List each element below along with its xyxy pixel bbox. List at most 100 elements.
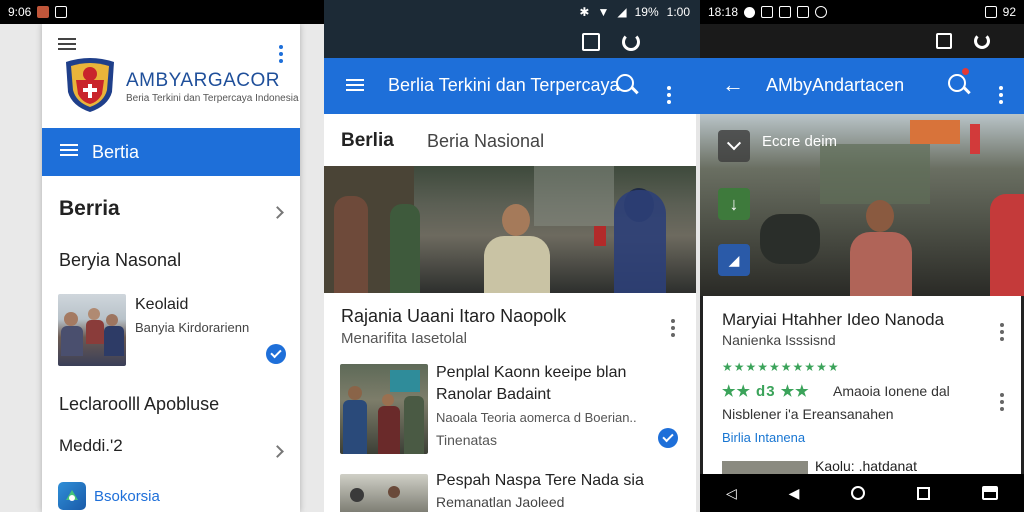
list-item-thumbnail bbox=[340, 474, 428, 512]
battery-percent: 19% bbox=[634, 5, 659, 19]
chevron-right-icon bbox=[271, 443, 284, 461]
list-item-subtitle: Banyia Kirdorarienn bbox=[135, 320, 250, 335]
list-item-3-title: Meddi.'2 bbox=[59, 436, 123, 455]
wifi-icon: ▼ bbox=[597, 5, 610, 19]
notification-icon bbox=[37, 6, 50, 18]
battery-icon bbox=[984, 6, 997, 18]
section-berria[interactable]: Berria bbox=[42, 190, 300, 230]
app-bar: Berlia Terkini dan Terpercaya bbox=[324, 58, 700, 114]
article-sheet: Maryiai Htahher Ideo Nanoda Nanienka Iss… bbox=[703, 296, 1021, 474]
notification-icon bbox=[779, 6, 792, 18]
list-item-1[interactable]: Penplal Kaonn keeipe blan Ranolar Badain… bbox=[324, 358, 696, 458]
back-filled-icon[interactable]: ◀ bbox=[789, 485, 800, 502]
system-nav-bar: ◁ ◀ bbox=[700, 474, 1024, 512]
list-item-title: Keolaid bbox=[135, 296, 189, 313]
phone-screen-2: ✱ ▼ ◢ 19% 1:00 Berlia Terkini dan Terper… bbox=[324, 0, 700, 512]
content-area: Berlia Beria Nasional Rajania Uaani Itar… bbox=[324, 114, 696, 512]
status-bar-left: 9:06 bbox=[0, 0, 324, 24]
list-item-2-title[interactable]: Leclaroolll Apobluse bbox=[59, 394, 219, 415]
status-num: 92 bbox=[1002, 5, 1016, 19]
list-item-2-title: Pespah Naspa Tere Nada sia bbox=[436, 472, 644, 489]
screenshot-icon[interactable] bbox=[982, 486, 998, 500]
phone-screen-3: 18:18 92 ← AMbyAndartacen Eccre deim ↓ ◢… bbox=[700, 0, 1024, 512]
record-icon bbox=[744, 6, 756, 18]
menu-bar-hamburger-icon[interactable] bbox=[60, 143, 78, 161]
headline-photo[interactable] bbox=[324, 166, 696, 293]
back-triangle-icon[interactable]: ◁ bbox=[726, 485, 737, 502]
rating-stars: ★★ d3 ★★ bbox=[722, 383, 810, 400]
headline-item[interactable]: Rajania Uaani Itaro Naopolk Menarifita I… bbox=[324, 300, 696, 354]
back-arrow-icon[interactable]: ← bbox=[722, 74, 744, 96]
headline-title: Rajania Uaani Itaro Naopolk bbox=[341, 306, 567, 326]
status-time-mid: 1:00 bbox=[666, 5, 690, 19]
app-bar-title: Berlia Terkini dan Terpercaya bbox=[388, 75, 620, 95]
tab-beria-nasional[interactable]: Beria Nasional bbox=[427, 131, 544, 152]
brand-logo bbox=[62, 56, 118, 114]
list-item-title-line1: Penplal Kaonn keeipe blan bbox=[436, 364, 627, 381]
app-bar: ← AMbyAndartacen bbox=[700, 58, 1024, 114]
article-link[interactable]: Birlia Intanena bbox=[722, 430, 805, 445]
list-item-2[interactable]: Pespah Naspa Tere Nada sia Remanatlan Ja… bbox=[324, 466, 696, 512]
brand-name: AMBYARGACOR bbox=[126, 70, 281, 91]
menu-icon[interactable] bbox=[58, 37, 76, 55]
article-headline: Maryiai Htahher Ideo Nanoda bbox=[722, 310, 945, 329]
status-time: 9:06 bbox=[8, 5, 32, 19]
list-item-subtitle: Naoala Teoria aomerca d Boerian.. bbox=[436, 410, 637, 425]
refresh-icon[interactable] bbox=[622, 33, 640, 51]
chevron-down-icon[interactable] bbox=[718, 130, 750, 162]
list-item-1[interactable]: Keolaid Banyia Kirdorarienn bbox=[42, 288, 300, 368]
overflow-menu-icon[interactable] bbox=[664, 77, 674, 104]
screenshot-root: 9:06 AMBYARGACOR Beria Terkini dan Terpe… bbox=[0, 0, 1024, 512]
article-subtitle: Nanienka Isssisnd bbox=[722, 332, 836, 348]
rating-text: Amaoia Ionene dal bbox=[833, 383, 950, 399]
overflow-menu-icon[interactable] bbox=[997, 384, 1007, 411]
search-icon[interactable] bbox=[948, 68, 971, 94]
peek-thumbnail bbox=[722, 461, 808, 474]
refresh-icon[interactable] bbox=[974, 33, 990, 49]
rating-subtitle: Nisblener i'a Ereansanahen bbox=[722, 406, 894, 422]
menu-bar[interactable]: Bertia bbox=[42, 128, 300, 176]
stars-row: ★★★★★★★★★★ bbox=[722, 360, 840, 374]
section-title: Berria bbox=[59, 197, 120, 220]
image-notification-icon bbox=[55, 6, 68, 18]
bookmark-icon[interactable] bbox=[936, 33, 952, 49]
footer-link[interactable]: Bsokorsia bbox=[58, 482, 160, 510]
bluetooth-icon: ✱ bbox=[579, 5, 590, 19]
phone-screen-1: AMBYARGACOR Beria Terkini dan Terpercaya… bbox=[0, 24, 324, 512]
bookmark-icon[interactable] bbox=[582, 33, 600, 51]
list-item-thumbnail bbox=[340, 364, 428, 454]
brand-tagline: Beria Terkini dan Terpercaya Indonesia bbox=[126, 93, 299, 104]
overlay-label: Eccre deim bbox=[762, 133, 838, 150]
status-time-right: 18:18 bbox=[708, 5, 739, 19]
footer-label: Bsokorsia bbox=[94, 487, 160, 505]
check-icon[interactable] bbox=[658, 428, 678, 448]
chevron-right-icon bbox=[271, 204, 284, 222]
app-icon bbox=[58, 482, 86, 510]
recents-icon[interactable] bbox=[917, 486, 931, 500]
download-icon[interactable]: ↓ bbox=[718, 188, 750, 220]
overflow-menu-icon[interactable] bbox=[668, 310, 678, 337]
notification-icon bbox=[761, 6, 774, 18]
status-bar-right: 18:18 92 bbox=[700, 0, 1024, 24]
overflow-menu-icon[interactable] bbox=[276, 36, 286, 63]
tab-active[interactable]: Berlia bbox=[341, 130, 394, 152]
check-icon[interactable] bbox=[266, 344, 286, 364]
home-icon[interactable] bbox=[851, 486, 866, 500]
peek-title: Kaolu: .hatdanat bbox=[815, 458, 917, 474]
menu-icon[interactable] bbox=[346, 78, 364, 96]
search-icon[interactable] bbox=[616, 74, 639, 94]
overflow-menu-icon[interactable] bbox=[996, 77, 1006, 104]
top-strip bbox=[700, 24, 1024, 58]
overflow-menu-icon[interactable] bbox=[997, 314, 1007, 341]
signal-icon: ◢ bbox=[617, 5, 627, 19]
top-strip: ✱ ▼ ◢ 19% 1:00 bbox=[324, 0, 700, 58]
notification-icon bbox=[797, 6, 810, 18]
sub-title: Beryia Nasonal bbox=[59, 250, 182, 270]
list-item-thumbnail bbox=[58, 294, 126, 366]
share-icon[interactable]: ◢ bbox=[718, 244, 750, 276]
list-item-3[interactable]: Meddi.'2 bbox=[42, 430, 300, 462]
menu-bar-label: Bertia bbox=[92, 141, 140, 162]
list-item-title-line2: Ranolar Badaint bbox=[436, 386, 551, 403]
app-bar-title: AMbyAndartacen bbox=[766, 75, 905, 95]
headline-subtitle: Menarifita Iasetolal bbox=[341, 330, 467, 347]
